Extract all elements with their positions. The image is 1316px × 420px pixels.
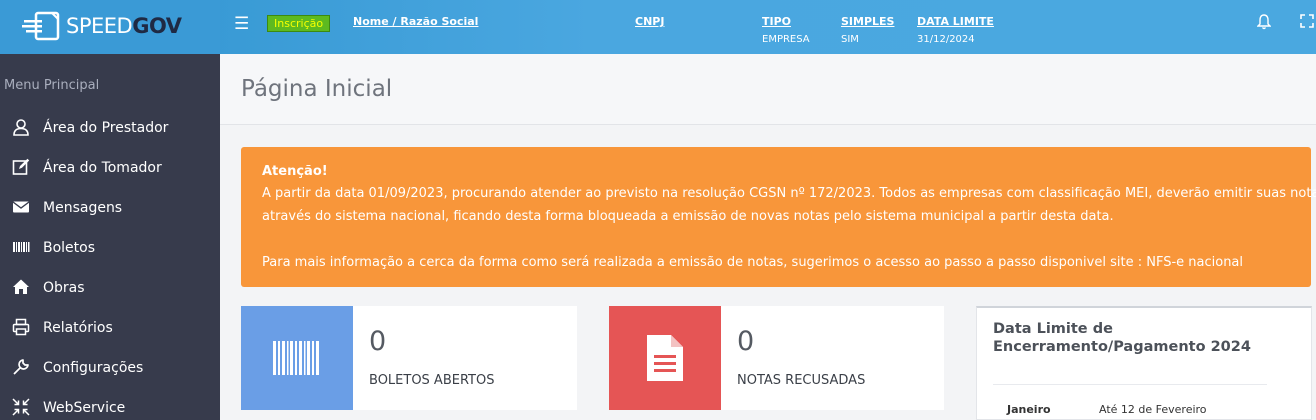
brand-logo[interactable]: SPEEDGOV <box>0 0 220 54</box>
sidebar-item-label: Configurações <box>43 360 144 376</box>
deadline-date: Até 12 de Fevereiro <box>1099 403 1207 416</box>
sidebar-item-boletos[interactable]: Boletos <box>0 228 220 268</box>
logo-icon <box>22 11 60 41</box>
user-icon <box>13 119 29 136</box>
simples-link[interactable]: SIMPLES <box>841 15 894 28</box>
inscricao-badge[interactable]: Inscrição <box>267 15 331 32</box>
card-icon-tile <box>241 306 353 410</box>
sidebar-item-label: Área do Prestador <box>43 120 169 136</box>
compress-icon <box>12 398 30 416</box>
barcode-icon <box>13 242 30 252</box>
sidebar-item-label: WebService <box>43 400 126 416</box>
nome-razao-social-link[interactable]: Nome / Razão Social <box>353 15 478 28</box>
envelope-icon <box>12 201 30 213</box>
sidebar-item-configuracoes[interactable]: Configurações <box>0 348 220 388</box>
fullscreen-icon[interactable] <box>1300 14 1314 32</box>
edit-icon <box>12 158 30 175</box>
mei-alert: Atenção! A partir da data 01/09/2023, pr… <box>241 147 1316 287</box>
sidebar-item-relatorios[interactable]: Relatórios <box>0 308 220 348</box>
menu-icon[interactable]: ☰ <box>234 14 249 34</box>
page-title: Página Inicial <box>241 76 393 102</box>
printer-icon <box>12 318 30 336</box>
sidebar-item-label: Área do Tomador <box>43 160 162 176</box>
barcode-icon <box>273 341 319 375</box>
sidebar-item-label: Mensagens <box>43 200 123 216</box>
card-icon-tile <box>609 306 721 410</box>
sidebar-item-area-tomador[interactable]: Área do Tomador <box>0 148 220 188</box>
wrench-icon <box>13 359 29 375</box>
data-limite-link[interactable]: DATA LIMITE <box>917 15 994 28</box>
sidebar-item-label: Relatórios <box>43 320 113 336</box>
sidebar-item-label: Obras <box>43 280 85 296</box>
document-icon <box>647 335 683 381</box>
sidebar-title: Menu Principal <box>4 78 100 93</box>
bell-icon[interactable] <box>1256 14 1272 34</box>
alert-title: Atenção! <box>262 164 328 179</box>
table-row: Janeiro Até 12 de Fevereiro <box>993 384 1267 420</box>
deadline-month: Janeiro <box>1007 403 1051 416</box>
home-icon <box>13 279 29 294</box>
data-limite-value: 31/12/2024 <box>917 34 975 45</box>
boletos-abertos-label: BOLETOS ABERTOS <box>369 373 495 388</box>
sidebar-item-label: Boletos <box>43 240 96 256</box>
sidebar: Menu Principal Área do Prestador Área do… <box>0 54 220 420</box>
notas-recusadas-label: NOTAS RECUSADAS <box>737 373 866 388</box>
cnpj-link[interactable]: CNPJ <box>635 15 664 28</box>
notas-recusadas-card[interactable]: 0 NOTAS RECUSADAS <box>609 306 944 410</box>
tipo-value: EMPRESA <box>762 34 810 45</box>
page-header: Página Inicial <box>220 54 1316 125</box>
deadline-title: Data Limite de Encerramento/Pagamento 20… <box>993 321 1251 355</box>
brand-name: SPEEDGOV <box>66 14 182 38</box>
tipo-link[interactable]: TIPO <box>762 15 791 28</box>
alert-text-line: A partir da data 01/09/2023, procurando … <box>262 186 1316 201</box>
deadline-panel: Data Limite de Encerramento/Pagamento 20… <box>976 306 1312 420</box>
sidebar-item-webservice[interactable]: WebService <box>0 388 220 420</box>
sidebar-item-obras[interactable]: Obras <box>0 268 220 308</box>
sidebar-item-mensagens[interactable]: Mensagens <box>0 188 220 228</box>
boletos-abertos-count: 0 <box>369 326 387 357</box>
sidebar-item-area-prestador[interactable]: Área do Prestador <box>0 108 220 148</box>
notas-recusadas-count: 0 <box>737 326 755 357</box>
alert-text-line: através do sistema nacional, ficando des… <box>262 209 1114 224</box>
alert-text-line: Para mais informação a cerca da forma co… <box>262 255 1244 270</box>
top-bar: SPEEDGOV ☰ Inscrição Nome / Razão Social… <box>0 0 1316 54</box>
simples-value: SIM <box>841 34 859 45</box>
boletos-abertos-card[interactable]: 0 BOLETOS ABERTOS <box>241 306 577 410</box>
